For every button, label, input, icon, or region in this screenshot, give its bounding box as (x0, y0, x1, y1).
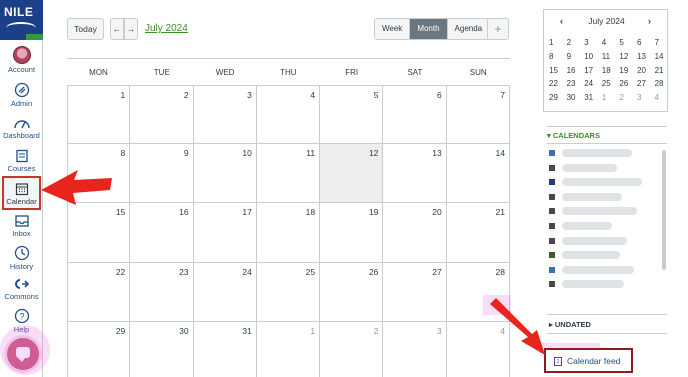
canvas-root: NILE Account Admin Dashboard Courses Cal… (0, 0, 688, 377)
annotation-arrows (41, 170, 545, 355)
arrow-to-calendar-nav (41, 170, 112, 205)
arrow-to-calendar-feed (490, 298, 545, 355)
